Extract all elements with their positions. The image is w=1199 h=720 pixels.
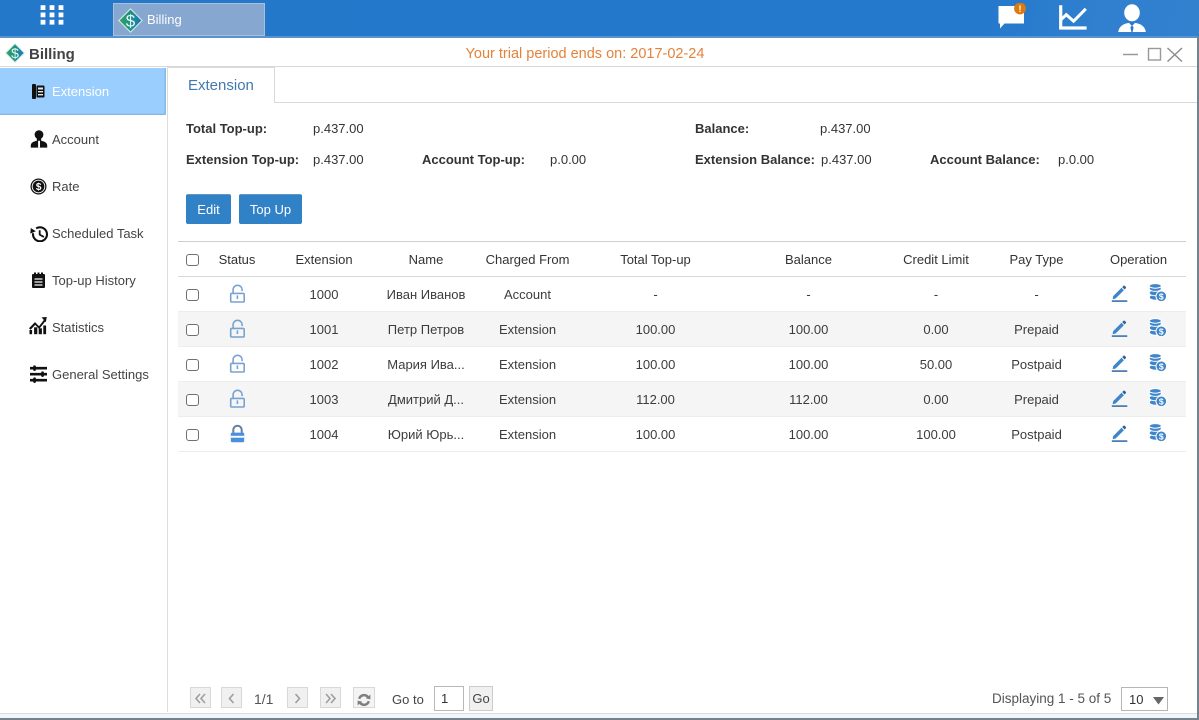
svg-text:$: $ [1159,396,1164,406]
svg-text:$: $ [126,12,136,31]
svg-text:$: $ [1159,361,1164,371]
svg-text:!: ! [1019,4,1022,14]
svg-text:$: $ [1159,291,1164,301]
svg-text:$: $ [1159,326,1164,336]
svg-text:$: $ [1159,431,1164,441]
svg-text:$: $ [36,182,42,193]
